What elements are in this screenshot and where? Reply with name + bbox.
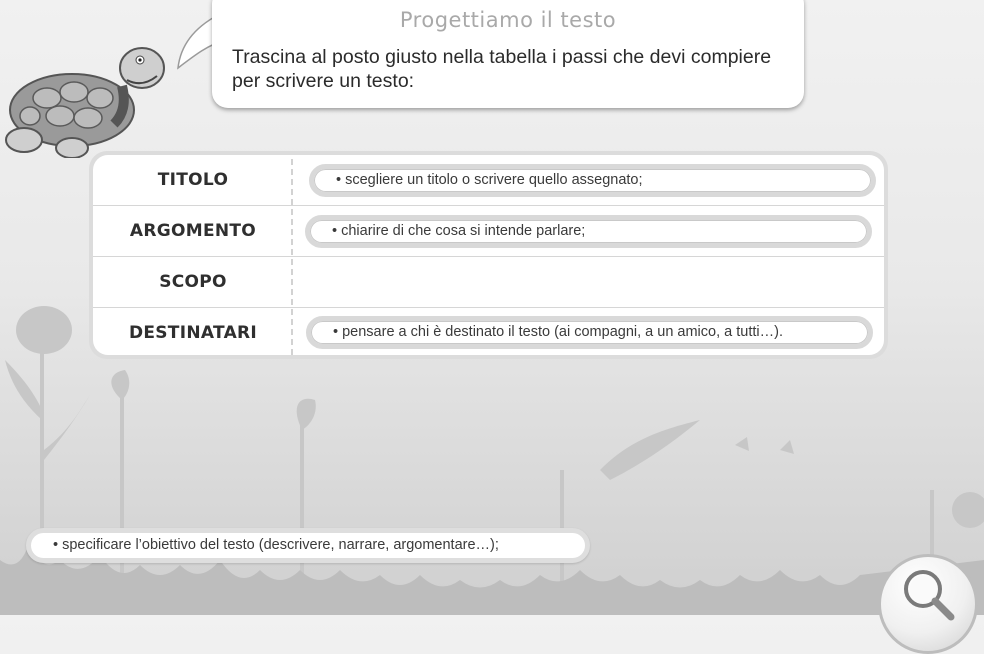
instruction-text: Trascina al posto giusto nella tabella i…	[232, 46, 772, 92]
row-label-titolo: TITOLO	[157, 170, 229, 190]
drop-slot-argomento[interactable]: • chiarire di che cosa si intende parlar…	[305, 215, 872, 248]
table-row-scopo: SCOPO	[93, 257, 884, 308]
row-label-destinatari: DESTINATARI	[128, 323, 258, 343]
row-label-scopo: SCOPO	[159, 272, 227, 292]
table-row-argomento: ARGOMENTO • chiarire di che cosa si inte…	[93, 206, 884, 257]
instruction-bubble: Progettiamo il testo Trascina al posto g…	[212, 0, 804, 108]
draggable-step-text[interactable]: • specificare l’obiettivo del testo (des…	[53, 533, 499, 558]
draggable-step-item[interactable]: • specificare l’obiettivo del testo (des…	[26, 528, 590, 563]
steps-table: TITOLO • scegliere un titolo o scrivere …	[89, 151, 888, 359]
slot-text-destinatari[interactable]: • pensare a chi è destinato il testo (ai…	[333, 321, 783, 344]
table-row-titolo: TITOLO • scegliere un titolo o scrivere …	[93, 155, 884, 206]
drop-slot-destinatari[interactable]: • pensare a chi è destinato il testo (ai…	[306, 316, 873, 349]
row-label-argomento: ARGOMENTO	[129, 221, 257, 241]
steps-table-body: TITOLO • scegliere un titolo o scrivere …	[93, 155, 884, 355]
turtle-mascot	[5, 47, 165, 158]
magnifier-icon	[904, 570, 955, 621]
slot-text-argomento[interactable]: • chiarire di che cosa si intende parlar…	[332, 220, 585, 243]
table-row-destinatari: DESTINATARI • pensare a chi è destinato …	[93, 308, 884, 355]
zoom-button[interactable]	[878, 554, 978, 654]
slot-text-titolo[interactable]: • scegliere un titolo o scrivere quello …	[336, 169, 643, 192]
drop-slot-titolo[interactable]: • scegliere un titolo o scrivere quello …	[309, 164, 876, 197]
drop-slot-scopo[interactable]	[295, 257, 880, 307]
page-title: Progettiamo il testo	[399, 8, 617, 32]
